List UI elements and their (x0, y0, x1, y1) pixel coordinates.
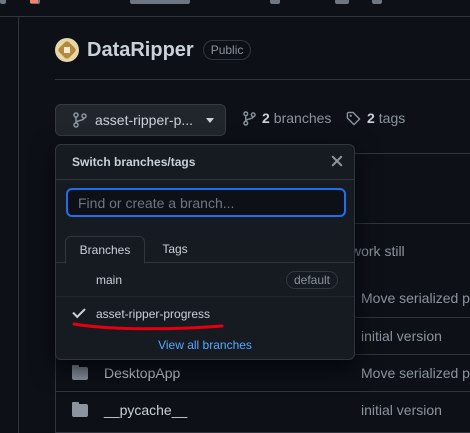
default-badge: default (285, 271, 338, 289)
branch-item-main[interactable]: main default (56, 264, 354, 297)
close-icon[interactable] (328, 152, 346, 170)
dropdown-header: Switch branches/tags (56, 145, 354, 180)
commit-message[interactable]: initial version (361, 402, 442, 418)
branch-select-button[interactable]: asset-ripper-p... (55, 104, 226, 136)
nav-fragment (372, 0, 382, 4)
page: DataRipper Public asset-ripper-p... 2 br… (0, 0, 470, 433)
repo-name[interactable]: DataRipper (87, 39, 194, 62)
nav-fragment (335, 0, 349, 4)
owner-avatar[interactable] (55, 38, 79, 62)
nav-fragment (130, 0, 190, 4)
branches-count: 2 (262, 110, 270, 126)
check-icon (72, 304, 86, 319)
branch-name: main (96, 273, 123, 287)
dropdown-title: Switch branches/tags (72, 155, 196, 169)
branch-switch-dropdown: Switch branches/tags Branches Tags main … (55, 144, 355, 360)
tab-branches[interactable]: Branches (65, 236, 145, 264)
commit-message[interactable]: work still (351, 243, 405, 259)
top-nav-strip (0, 0, 470, 17)
commit-message[interactable]: Move serialized pa (361, 365, 470, 381)
git-branch-icon (73, 112, 87, 128)
branches-link[interactable]: 2 branches (243, 110, 331, 126)
branch-filter-input[interactable] (66, 188, 346, 217)
commit-message[interactable]: initial version (361, 328, 442, 344)
folder-icon (72, 365, 88, 380)
visibility-badge: Public (202, 40, 252, 60)
file-name[interactable]: __pycache__ (104, 402, 187, 418)
nav-fragment (270, 0, 280, 4)
folder-icon (72, 402, 88, 417)
branch-item-asset-ripper-progress[interactable]: asset-ripper-progress (56, 298, 354, 331)
tag-icon (346, 111, 361, 125)
left-gutter (0, 17, 19, 433)
view-all-branches-link[interactable]: View all branches (56, 338, 354, 352)
repo-header: DataRipper Public (55, 36, 252, 64)
header-divider (55, 79, 470, 80)
commit-message[interactable]: Move serialized pa (361, 290, 470, 306)
dropdown-tabs: Branches Tags (56, 236, 354, 264)
tags-link[interactable]: 2 tags (346, 110, 405, 126)
chevron-down-icon (206, 117, 215, 123)
tags-label: tags (378, 110, 406, 126)
tab-tags[interactable]: Tags (148, 236, 202, 264)
git-branch-icon (243, 110, 256, 126)
table-row[interactable]: __pycache__ initial version (56, 391, 470, 428)
nav-fragment (0, 0, 6, 4)
file-name[interactable]: DesktopApp (104, 365, 180, 381)
tags-count: 2 (367, 110, 375, 126)
branches-label: branches (273, 110, 332, 126)
nav-active-indicator (30, 0, 38, 3)
branch-select-label: asset-ripper-p... (95, 112, 194, 128)
branch-name: asset-ripper-progress (96, 307, 211, 321)
